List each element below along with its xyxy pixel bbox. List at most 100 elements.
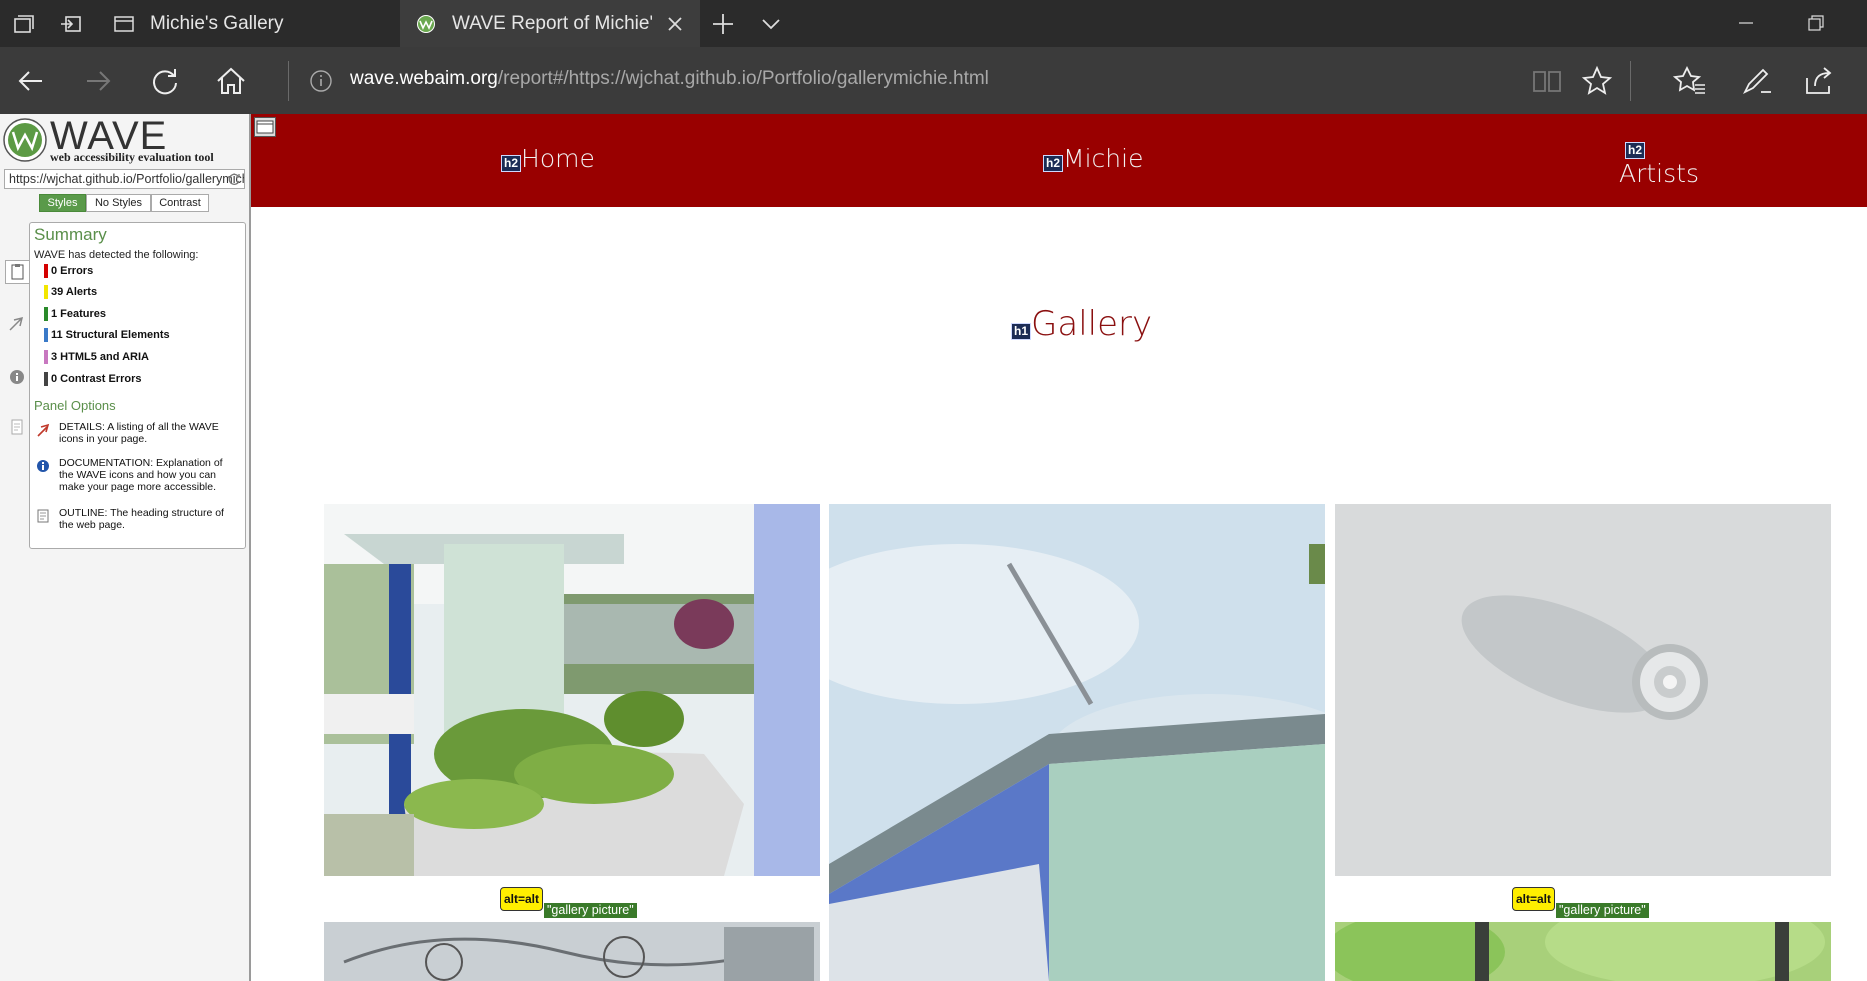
documentation-info-icon[interactable]: [6, 366, 28, 388]
nav-label: Artists: [1619, 159, 1699, 188]
category-color-bar: [44, 327, 48, 342]
category-features[interactable]: 1 Features: [44, 306, 106, 321]
category-alerts[interactable]: 39 Alerts: [44, 284, 97, 299]
document-icon: [37, 509, 49, 523]
category-label: 0 Errors: [51, 264, 94, 277]
h1-tag-icon: h1: [1011, 323, 1032, 340]
tab-michies-gallery[interactable]: Michie's Gallery: [98, 0, 398, 47]
page-icon: [112, 12, 136, 36]
forward-icon[interactable]: [81, 64, 115, 98]
url-field[interactable]: wave.webaim.org/report#/https://wjchat.g…: [350, 68, 989, 90]
panel-option-text: OUTLINE: The heading structure of the we…: [59, 507, 224, 531]
info-icon[interactable]: [309, 69, 333, 93]
gallery-image-terrace[interactable]: [324, 504, 820, 876]
category-color-bar: [44, 371, 48, 386]
panel-option-text: DOCUMENTATION: Explanation of the WAVE i…: [59, 457, 223, 493]
panel-option-details[interactable]: DETAILS: A listing of all the WAVE icons…: [34, 421, 240, 449]
share-icon[interactable]: [1803, 64, 1837, 98]
category-label: 1 Features: [51, 307, 107, 320]
gallery-image-building-corner[interactable]: [829, 504, 1325, 981]
category-color-bar: [44, 284, 48, 299]
h2-tag-icon: h2: [501, 155, 522, 172]
summary-panel: Summary WAVE has detected the following:…: [29, 222, 246, 549]
wave-sidebar: WAVE web accessibility evaluation tool h…: [0, 114, 251, 981]
tab-wave-report[interactable]: WAVE Report of Michie': [400, 0, 700, 47]
flag-icon: [37, 423, 50, 437]
tab-preview-icon[interactable]: [58, 11, 84, 37]
chevron-down-icon[interactable]: [758, 11, 784, 37]
gallery-image-bicycles[interactable]: [324, 922, 820, 981]
minimize-icon[interactable]: [1733, 10, 1759, 36]
reading-view-icon[interactable]: [1530, 64, 1564, 98]
wave-subtitle: web accessibility evaluation tool: [50, 150, 214, 164]
wave-toolbar-icon[interactable]: [254, 117, 276, 137]
category-structural[interactable]: 11 Structural Elements: [44, 327, 170, 342]
category-color-bar: [44, 263, 48, 278]
category-html5-aria[interactable]: 3 HTML5 and ARIA: [44, 349, 149, 364]
category-color-bar: [44, 349, 48, 364]
wave-url-value: https://wjchat.github.io/Portfolio/galle…: [9, 172, 245, 186]
nav-michie-link[interactable]: h2 Michie: [1043, 144, 1143, 173]
page-content: h2 Home h2 Michie h2 Artists h1Gallery a…: [251, 114, 1867, 981]
close-tab-icon[interactable]: [664, 13, 686, 35]
h2-tag-icon: h2: [1043, 155, 1064, 172]
category-color-bar: [44, 306, 48, 321]
wave-logo-icon: [3, 118, 47, 162]
info-icon: [37, 460, 49, 472]
tab-label: WAVE Report of Michie': [452, 12, 652, 34]
restore-icon[interactable]: [1803, 10, 1829, 36]
h2-tag-icon: h2: [1625, 142, 1646, 159]
gallery-image-wall-light-graphic: [1335, 504, 1831, 876]
alt-text-label: "gallery picture": [544, 903, 637, 918]
gallery-image-bicycles-graphic: [324, 922, 820, 981]
browser-tab-bar: Michie's Gallery WAVE Report of Michie': [0, 0, 1867, 47]
summary-tab-icon[interactable]: [5, 260, 29, 284]
category-label: 39 Alerts: [51, 285, 98, 298]
panel-option-outline[interactable]: OUTLINE: The heading structure of the we…: [34, 507, 240, 535]
alt-attribute-badge[interactable]: alt=alt: [1512, 887, 1556, 911]
refresh-icon[interactable]: [148, 64, 182, 98]
nav-label: Michie: [1063, 144, 1144, 173]
nav-label: Home: [521, 144, 595, 173]
reload-icon[interactable]: [228, 173, 241, 186]
tab-set-aside-icon[interactable]: [10, 11, 36, 37]
category-label: 11 Structural Elements: [51, 328, 170, 341]
tab-label: Michie's Gallery: [150, 12, 284, 34]
gallery-image-building-corner-graphic: [829, 504, 1325, 981]
panel-option-text: DETAILS: A listing of all the WAVE icons…: [59, 421, 219, 445]
mode-contrast-button[interactable]: Contrast: [151, 194, 209, 212]
category-label: 0 Contrast Errors: [51, 372, 142, 385]
url-host: wave.webaim.org: [350, 68, 498, 89]
new-tab-icon[interactable]: [710, 11, 736, 37]
page-title: h1Gallery: [1011, 304, 1152, 344]
summary-detected-text: WAVE has detected the following:: [34, 249, 199, 261]
home-icon[interactable]: [214, 64, 248, 98]
wave-favicon-icon: [414, 12, 438, 36]
divider: [1630, 61, 1631, 101]
page-title-text: Gallery: [1031, 304, 1153, 344]
outline-document-icon[interactable]: [6, 416, 28, 438]
gallery-image-terrace-graphic: [324, 504, 820, 876]
back-icon[interactable]: [14, 64, 48, 98]
site-nav-bar: h2 Home h2 Michie h2 Artists: [251, 114, 1867, 207]
gallery-image-window-trees-graphic: [1335, 922, 1831, 981]
mode-styles-button[interactable]: Styles: [39, 194, 86, 212]
gallery-image-window-trees[interactable]: [1335, 922, 1831, 981]
nav-home-link[interactable]: h2 Home: [501, 144, 595, 173]
favorites-hub-icon[interactable]: [1673, 64, 1707, 98]
divider: [288, 61, 289, 101]
details-flag-icon[interactable]: [6, 312, 28, 334]
category-label: 3 HTML5 and ARIA: [51, 350, 149, 363]
url-path: /report#/https://wjchat.github.io/Portfo…: [497, 68, 989, 89]
gallery-image-wall-light[interactable]: [1335, 504, 1831, 876]
wave-url-input[interactable]: https://wjchat.github.io/Portfolio/galle…: [4, 169, 245, 189]
mode-no-styles-button[interactable]: No Styles: [86, 194, 151, 212]
nav-artists-link[interactable]: h2 Artists: [1619, 139, 1699, 188]
address-bar: wave.webaim.org/report#/https://wjchat.g…: [0, 47, 1867, 114]
panel-option-documentation[interactable]: DOCUMENTATION: Explanation of the WAVE i…: [34, 457, 240, 497]
alt-attribute-badge[interactable]: alt=alt: [500, 887, 544, 911]
favorite-star-icon[interactable]: [1580, 64, 1614, 98]
category-errors[interactable]: 0 Errors: [44, 263, 93, 278]
category-contrast[interactable]: 0 Contrast Errors: [44, 371, 141, 386]
web-note-pen-icon[interactable]: [1739, 64, 1773, 98]
